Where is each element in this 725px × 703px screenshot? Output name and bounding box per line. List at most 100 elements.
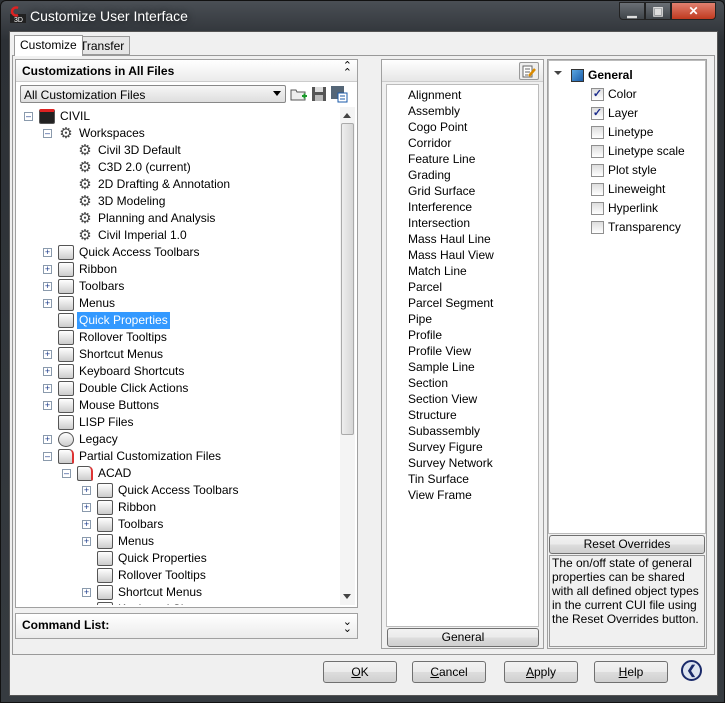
expand-node-icon[interactable]: + (43, 282, 52, 291)
property-checkbox[interactable]: ✓ (591, 107, 604, 120)
object-type-item[interactable]: Pipe (408, 311, 494, 327)
object-type-item[interactable]: Interference (408, 199, 494, 215)
close-button[interactable]: ✕ (671, 2, 716, 20)
object-type-item[interactable]: Grid Surface (408, 183, 494, 199)
help-button[interactable]: Help (594, 661, 668, 683)
customization-tree[interactable]: – CIVIL – ⚙ Workspaces ⚙ Civil 3D Default ⚙ C3D … (20, 107, 340, 605)
tree-item[interactable]: + Menus (20, 295, 340, 312)
object-type-item[interactable]: Section (408, 375, 494, 391)
object-type-item[interactable]: View Frame (408, 487, 494, 503)
tree-item[interactable]: + Double Click Actions (20, 380, 340, 397)
scroll-up-icon[interactable] (343, 109, 351, 118)
cancel-button[interactable]: Cancel (412, 661, 486, 683)
tree-scrollbar[interactable] (340, 107, 355, 605)
expand-node-icon[interactable]: + (82, 486, 91, 495)
property-checkbox[interactable]: ✓ (591, 88, 604, 101)
tree-item[interactable]: + Quick Access Toolbars (20, 244, 340, 261)
object-type-item[interactable]: Profile View (408, 343, 494, 359)
object-type-item[interactable]: Corridor (408, 135, 494, 151)
object-type-item[interactable]: Section View (408, 391, 494, 407)
tree-item[interactable]: + Shortcut Menus (20, 584, 340, 601)
expand-node-icon[interactable]: + (43, 401, 52, 410)
tree-item[interactable]: + Quick Access Toolbars (20, 482, 340, 499)
tree-item[interactable]: +Keyboard Shortcuts (20, 601, 340, 605)
general-button[interactable]: General (387, 628, 539, 647)
tree-item[interactable]: + Toolbars (20, 516, 340, 533)
tree-item[interactable]: +Keyboard Shortcuts (20, 363, 340, 380)
object-type-item[interactable]: Tin Surface (408, 471, 494, 487)
tree-item[interactable]: Quick Properties (20, 550, 340, 567)
tree-item[interactable]: – CIVIL (20, 108, 340, 125)
scrollbar-thumb[interactable] (341, 123, 354, 435)
tree-item[interactable]: ⚙ 2D Drafting & Annotation (20, 176, 340, 193)
object-type-item[interactable]: Assembly (408, 103, 494, 119)
tree-item[interactable]: – ACAD (20, 465, 340, 482)
collapse-node-icon[interactable]: – (43, 452, 52, 461)
tree-item[interactable]: + Legacy (20, 431, 340, 448)
tree-item[interactable]: ⚙ Planning and Analysis (20, 210, 340, 227)
collapse-node-icon[interactable]: – (43, 129, 52, 138)
object-type-item[interactable]: Survey Network (408, 455, 494, 471)
tree-item[interactable]: Rollover Tooltips (20, 329, 340, 346)
property-checkbox[interactable] (591, 164, 604, 177)
tree-item[interactable]: ⚙ C3D 2.0 (current) (20, 159, 340, 176)
maximize-button[interactable]: ▣ (645, 2, 671, 20)
collapse-node-icon[interactable]: – (24, 112, 33, 121)
general-group-checkbox[interactable] (571, 69, 584, 82)
expand-node-icon[interactable]: + (43, 384, 52, 393)
tree-item[interactable]: + Mouse Buttons (20, 397, 340, 414)
expand-node-icon[interactable]: + (82, 588, 91, 597)
reset-overrides-button[interactable]: Reset Overrides (549, 535, 705, 554)
tree-item[interactable]: – ⚙ Workspaces (20, 125, 340, 142)
ok-button[interactable]: OK (323, 661, 397, 683)
expand-icon[interactable]: ⌄ ⌄ (343, 617, 352, 635)
object-type-item[interactable]: Parcel (408, 279, 494, 295)
save-button[interactable] (310, 85, 328, 103)
properties-list[interactable]: General ✓ Color ✓ Layer Linetype Linetype sca… (548, 60, 706, 534)
scroll-down-icon[interactable] (343, 594, 351, 603)
collapse-node-icon[interactable]: – (62, 469, 71, 478)
apply-button[interactable]: Apply (504, 661, 578, 683)
expand-node-icon[interactable]: + (43, 299, 52, 308)
customization-files-dropdown[interactable]: All Customization Files (20, 85, 286, 103)
collapse-group-icon[interactable] (554, 71, 562, 79)
object-type-item[interactable]: Intersection (408, 215, 494, 231)
object-type-item[interactable]: Mass Haul View (408, 247, 494, 263)
expand-node-icon[interactable]: + (43, 248, 52, 257)
expand-node-icon[interactable]: + (43, 265, 52, 274)
tree-item[interactable]: + Shortcut Menus (20, 346, 340, 363)
tree-item[interactable]: ⚙ Civil 3D Default (20, 142, 340, 159)
object-type-item[interactable]: Parcel Segment (408, 295, 494, 311)
property-checkbox[interactable] (591, 183, 604, 196)
object-type-item[interactable]: Cogo Point (408, 119, 494, 135)
load-partial-button[interactable] (330, 85, 348, 103)
tree-item[interactable]: LISP Files (20, 414, 340, 431)
expand-node-icon[interactable]: + (82, 537, 91, 546)
object-type-item[interactable]: Grading (408, 167, 494, 183)
minimize-button[interactable]: ▁ (619, 2, 645, 20)
tree-item[interactable]: ⚙ Civil Imperial 1.0 (20, 227, 340, 244)
object-type-item[interactable]: Subassembly (408, 423, 494, 439)
expand-node-icon[interactable]: + (43, 350, 52, 359)
expand-node-icon[interactable]: + (82, 503, 91, 512)
tree-item[interactable]: + Ribbon (20, 261, 340, 278)
collapse-dialog-button[interactable]: ❮ (681, 660, 702, 681)
property-checkbox[interactable] (591, 145, 604, 158)
object-type-item[interactable]: Mass Haul Line (408, 231, 494, 247)
tree-item[interactable]: Rollover Tooltips (20, 567, 340, 584)
tree-item[interactable]: Quick Properties (20, 312, 340, 329)
property-checkbox[interactable] (591, 221, 604, 234)
tree-item[interactable]: – Partial Customization Files (20, 448, 340, 465)
tab-customize[interactable]: Customize (14, 35, 83, 56)
object-type-item[interactable]: Sample Line (408, 359, 494, 375)
command-list-header[interactable]: Command List: ⌄ ⌄ (16, 614, 357, 638)
object-type-item[interactable]: Profile (408, 327, 494, 343)
expand-node-icon[interactable]: + (82, 520, 91, 529)
object-type-item[interactable]: Alignment (408, 87, 494, 103)
edit-object-types-button[interactable] (519, 62, 539, 80)
tree-item[interactable]: + Menus (20, 533, 340, 550)
open-file-button[interactable] (290, 85, 308, 103)
expand-node-icon[interactable]: + (43, 435, 52, 444)
object-type-item[interactable]: Survey Figure (408, 439, 494, 455)
object-type-item[interactable]: Match Line (408, 263, 494, 279)
